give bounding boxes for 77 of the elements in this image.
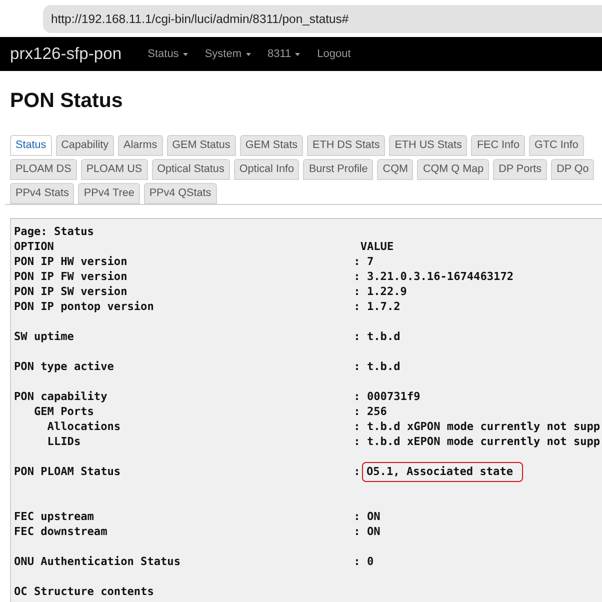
option-label: PON capability [14, 390, 108, 403]
option-label: Allocations [47, 420, 121, 433]
option-label: LLIDs [47, 435, 81, 448]
option-value: 0 [366, 554, 374, 569]
colon-separator: : [354, 404, 360, 419]
tab[interactable]: CQM [377, 159, 414, 180]
colon-separator: : [354, 419, 360, 434]
tab[interactable]: Alarms [118, 135, 163, 156]
colon-separator: : [354, 389, 360, 404]
tab[interactable]: CQM Q Map [417, 159, 490, 180]
colon-separator: : [354, 329, 360, 344]
tab[interactable]: GEM Stats [240, 135, 304, 156]
option-label: PON IP SW version [14, 285, 128, 298]
option-value: t.b.d [366, 329, 400, 344]
option-value: 7 [366, 254, 374, 269]
colon-separator: : [354, 554, 360, 569]
address-bar[interactable]: http://192.168.11.1/cgi-bin/luci/admin/8311/pon_status# [43, 5, 602, 33]
option-label: SW uptime [14, 330, 74, 343]
tab[interactable]: Burst Profile [303, 159, 374, 180]
highlighted-value: O5.1, Associated state [362, 462, 524, 482]
option-value: 1.22.9 [366, 284, 407, 299]
column-header: VALUE [360, 239, 394, 254]
tab[interactable]: PPv4 QStats [144, 183, 217, 204]
option-value: 3.21.0.3.16-1674463172 [366, 269, 514, 284]
tab[interactable]: Status [10, 135, 52, 156]
option-value: t.b.d xEPON mode currently not supp [366, 434, 600, 449]
option-label: PON type active [14, 360, 114, 373]
caret-icon [246, 52, 250, 56]
option-value: ON [366, 509, 380, 524]
option-label: ONU Authentication Status [14, 555, 181, 568]
colon-separator: : [354, 254, 360, 269]
option-value: 256 [366, 404, 387, 419]
page-title: PON Status [10, 89, 124, 113]
tab[interactable]: Optical Status [152, 159, 230, 180]
option-value: t.b.d [366, 359, 400, 374]
tab[interactable]: ETH US Stats [389, 135, 468, 156]
nav-menu-item[interactable]: System [204, 48, 250, 60]
tab[interactable]: PPv4 Stats [10, 183, 74, 204]
option-label: FEC upstream [14, 510, 94, 523]
tab[interactable]: PLOAM DS [10, 159, 77, 180]
tab[interactable]: Optical Info [234, 159, 300, 180]
tab[interactable]: FEC Info [471, 135, 526, 156]
colon-separator: : [354, 434, 360, 449]
tab[interactable]: ETH DS Stats [307, 135, 386, 156]
option-label: PON IP HW version [14, 255, 128, 268]
option-value: ON [366, 524, 380, 539]
tab[interactable]: GTC Info [529, 135, 584, 156]
option-label: PON PLOAM Status [14, 465, 121, 478]
colon-separator: : [354, 524, 360, 539]
nav-menu-item[interactable]: Logout [317, 48, 351, 60]
caret-icon [182, 52, 188, 56]
colon-separator: : [354, 464, 360, 479]
option-label: PON IP FW version [14, 270, 128, 283]
option-value: t.b.d xGPON mode currently not supp [366, 419, 600, 434]
column-header: OPTION [14, 240, 54, 253]
option-value: 1.7.2 [366, 299, 400, 314]
tab[interactable]: PPv4 Tree [78, 183, 140, 204]
tab[interactable]: DP Ports [493, 159, 548, 180]
option-label: FEC downstream [14, 525, 108, 538]
colon-separator: : [354, 359, 360, 374]
nav-menu-item[interactable]: Status [148, 48, 188, 60]
tab[interactable]: Capability [56, 135, 114, 156]
caret-icon [295, 52, 300, 56]
tab[interactable]: DP Qo [551, 159, 594, 180]
option-value: 000731f9 [366, 389, 420, 404]
option-label: OC Structure contents [14, 585, 154, 598]
colon-separator: : [354, 284, 360, 299]
colon-separator: : [354, 269, 360, 284]
colon-separator: : [354, 299, 360, 314]
tab[interactable]: PLOAM US [80, 159, 148, 180]
option-label: PON IP pontop version [14, 300, 154, 313]
brand-link[interactable]: prx126-sfp-pon [10, 44, 122, 64]
option-label: GEM Ports [34, 405, 94, 418]
tab[interactable]: GEM Status [166, 135, 236, 156]
colon-separator: : [354, 509, 360, 524]
nav-menu-item[interactable]: 8311 [268, 48, 300, 60]
page-line: Page: Status [14, 224, 95, 239]
